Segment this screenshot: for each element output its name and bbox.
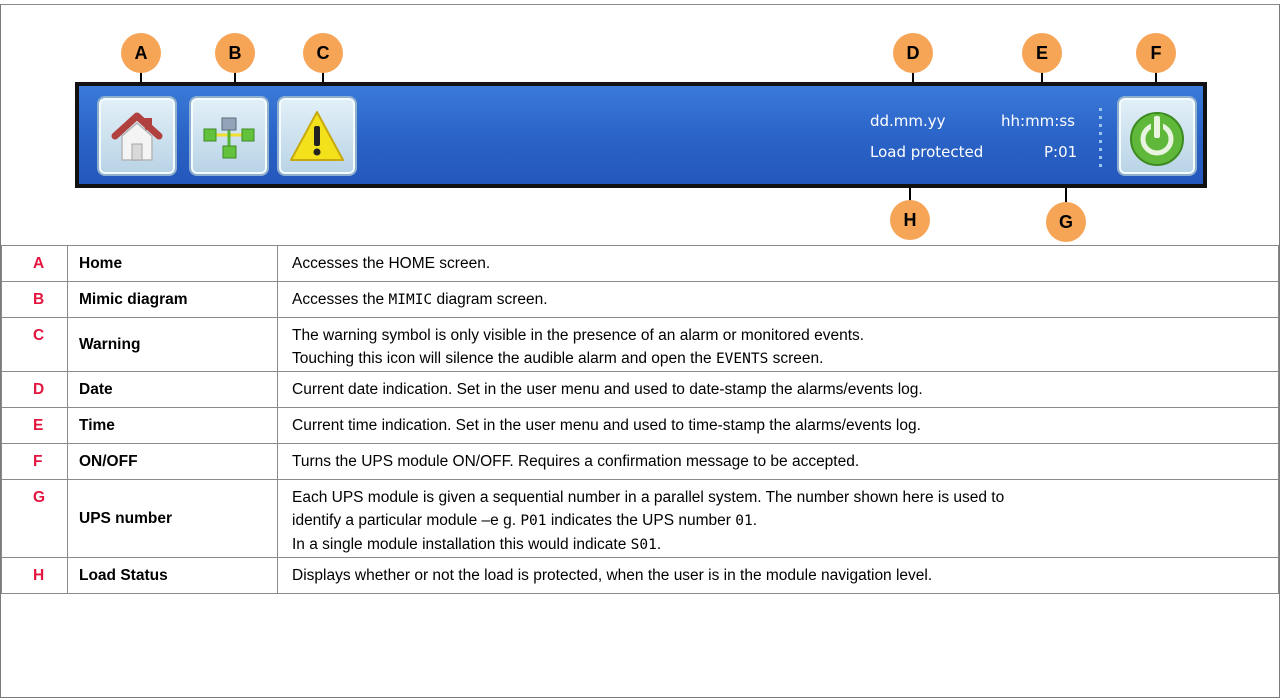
warning-icon	[290, 111, 344, 161]
row-description: The warning symbol is only visible in th…	[277, 317, 1279, 372]
callout-c: C	[303, 33, 343, 73]
description-line: Each UPS module is given a sequential nu…	[292, 486, 1278, 509]
description-line: Current time indication. Set in the user…	[292, 414, 1278, 437]
row-letter: B	[1, 281, 68, 318]
row-letter: G	[1, 479, 68, 558]
description-text: indicates the UPS number	[546, 512, 736, 529]
mimic-diagram-icon	[203, 117, 255, 159]
legend-table: A Home Accesses the HOME screen. B Mimic dia…	[1, 245, 1279, 594]
callout-h: H	[890, 200, 930, 240]
power-icon	[1130, 112, 1184, 166]
row-name: Warning	[67, 317, 278, 372]
code-term: 01	[735, 513, 753, 529]
row-letter: E	[1, 407, 68, 444]
description-line: In a single module installation this wou…	[292, 533, 1278, 557]
description-text: Displays whether or not the load is prot…	[292, 567, 933, 584]
row-name: ON/OFF	[67, 443, 278, 480]
description-text: Current date indication. Set in the user…	[292, 381, 923, 398]
ups-number-display: P:01	[1044, 143, 1078, 161]
table-row: C Warning The warning symbol is only visib…	[1, 317, 1279, 372]
row-description: Current time indication. Set in the user…	[277, 407, 1279, 444]
description-line: Accesses the MIMIC diagram screen.	[292, 288, 1278, 312]
description-line: The warning symbol is only visible in th…	[292, 324, 1278, 347]
table-row: H Load Status Displays whether or not the …	[1, 557, 1279, 594]
description-text: The warning symbol is only visible in th…	[292, 327, 865, 344]
description-line: identify a particular module –e g. P01 i…	[292, 509, 1278, 533]
description-text: In a single module installation this wou…	[292, 536, 631, 553]
code-term: P01	[520, 513, 547, 529]
row-description: Each UPS module is given a sequential nu…	[277, 479, 1279, 558]
row-letter: H	[1, 557, 68, 594]
description-text: diagram screen.	[432, 291, 548, 308]
callout-b: B	[215, 33, 255, 73]
description-line: Touching this icon will silence the audi…	[292, 347, 1278, 371]
description-line: Accesses the HOME screen.	[292, 252, 1278, 275]
home-icon	[111, 112, 163, 161]
row-description: Accesses the HOME screen.	[277, 245, 1279, 282]
row-name: UPS number	[67, 479, 278, 558]
description-text: Accesses the	[292, 291, 389, 308]
time-display: hh:mm:ss	[1001, 112, 1075, 130]
row-description: Displays whether or not the load is prot…	[277, 557, 1279, 594]
row-letter: D	[1, 371, 68, 408]
table-row: A Home Accesses the HOME screen.	[1, 245, 1279, 282]
code-term: EVENTS	[715, 351, 769, 367]
table-row: E Time Current time indication. Set in the…	[1, 407, 1279, 444]
table-row: B Mimic diagram Accesses the MIMIC diagram…	[1, 281, 1279, 318]
row-letter: C	[1, 317, 68, 372]
callout-g: G	[1046, 202, 1086, 242]
status-separator	[1099, 108, 1103, 172]
date-display: dd.mm.yy	[870, 112, 946, 130]
row-name: Home	[67, 245, 278, 282]
table-row: D Date Current date indication. Set in the…	[1, 371, 1279, 408]
row-name: Time	[67, 407, 278, 444]
row-description: Accesses the MIMIC diagram screen.	[277, 281, 1279, 318]
description-text: identify a particular module –e g.	[292, 512, 521, 529]
description-text: Turns the UPS module ON/OFF. Requires a …	[292, 453, 860, 470]
table-row: G UPS number Each UPS module is given a se…	[1, 479, 1279, 558]
power-button[interactable]	[1117, 96, 1197, 176]
table-row: F ON/OFF Turns the UPS module ON/OFF. Requ…	[1, 443, 1279, 480]
description-line: Displays whether or not the load is prot…	[292, 564, 1278, 587]
row-description: Current date indication. Set in the user…	[277, 371, 1279, 408]
code-term: S01	[630, 537, 657, 553]
load-status-display: Load protected	[870, 143, 984, 161]
description-text: Each UPS module is given a sequential nu…	[292, 489, 1005, 506]
ups-status-bar: dd.mm.yy hh:mm:ss Load protected P:01	[75, 82, 1207, 188]
row-description: Turns the UPS module ON/OFF. Requires a …	[277, 443, 1279, 480]
description-text: Accesses the HOME screen.	[292, 255, 491, 272]
row-letter: F	[1, 443, 68, 480]
callout-a: A	[121, 33, 161, 73]
description-text: .	[752, 512, 757, 529]
description-line: Turns the UPS module ON/OFF. Requires a …	[292, 450, 1278, 473]
description-text: Current time indication. Set in the user…	[292, 417, 921, 434]
warning-button[interactable]	[277, 96, 357, 176]
callout-d: D	[893, 33, 933, 73]
row-name: Mimic diagram	[67, 281, 278, 318]
callout-e: E	[1022, 33, 1062, 73]
row-letter: A	[1, 245, 68, 282]
callout-f: F	[1136, 33, 1176, 73]
home-button[interactable]	[97, 96, 177, 176]
code-term: MIMIC	[388, 292, 433, 308]
ui-illustration: A B C D E F G H dd.mm.yy hh:mm:ss Load p…	[1, 0, 1279, 245]
row-name: Load Status	[67, 557, 278, 594]
description-line: Current date indication. Set in the user…	[292, 378, 1278, 401]
mimic-diagram-button[interactable]	[189, 96, 269, 176]
description-text: Touching this icon will silence the audi…	[292, 350, 716, 367]
description-text: screen.	[768, 350, 824, 367]
row-name: Date	[67, 371, 278, 408]
description-text: .	[656, 536, 662, 553]
